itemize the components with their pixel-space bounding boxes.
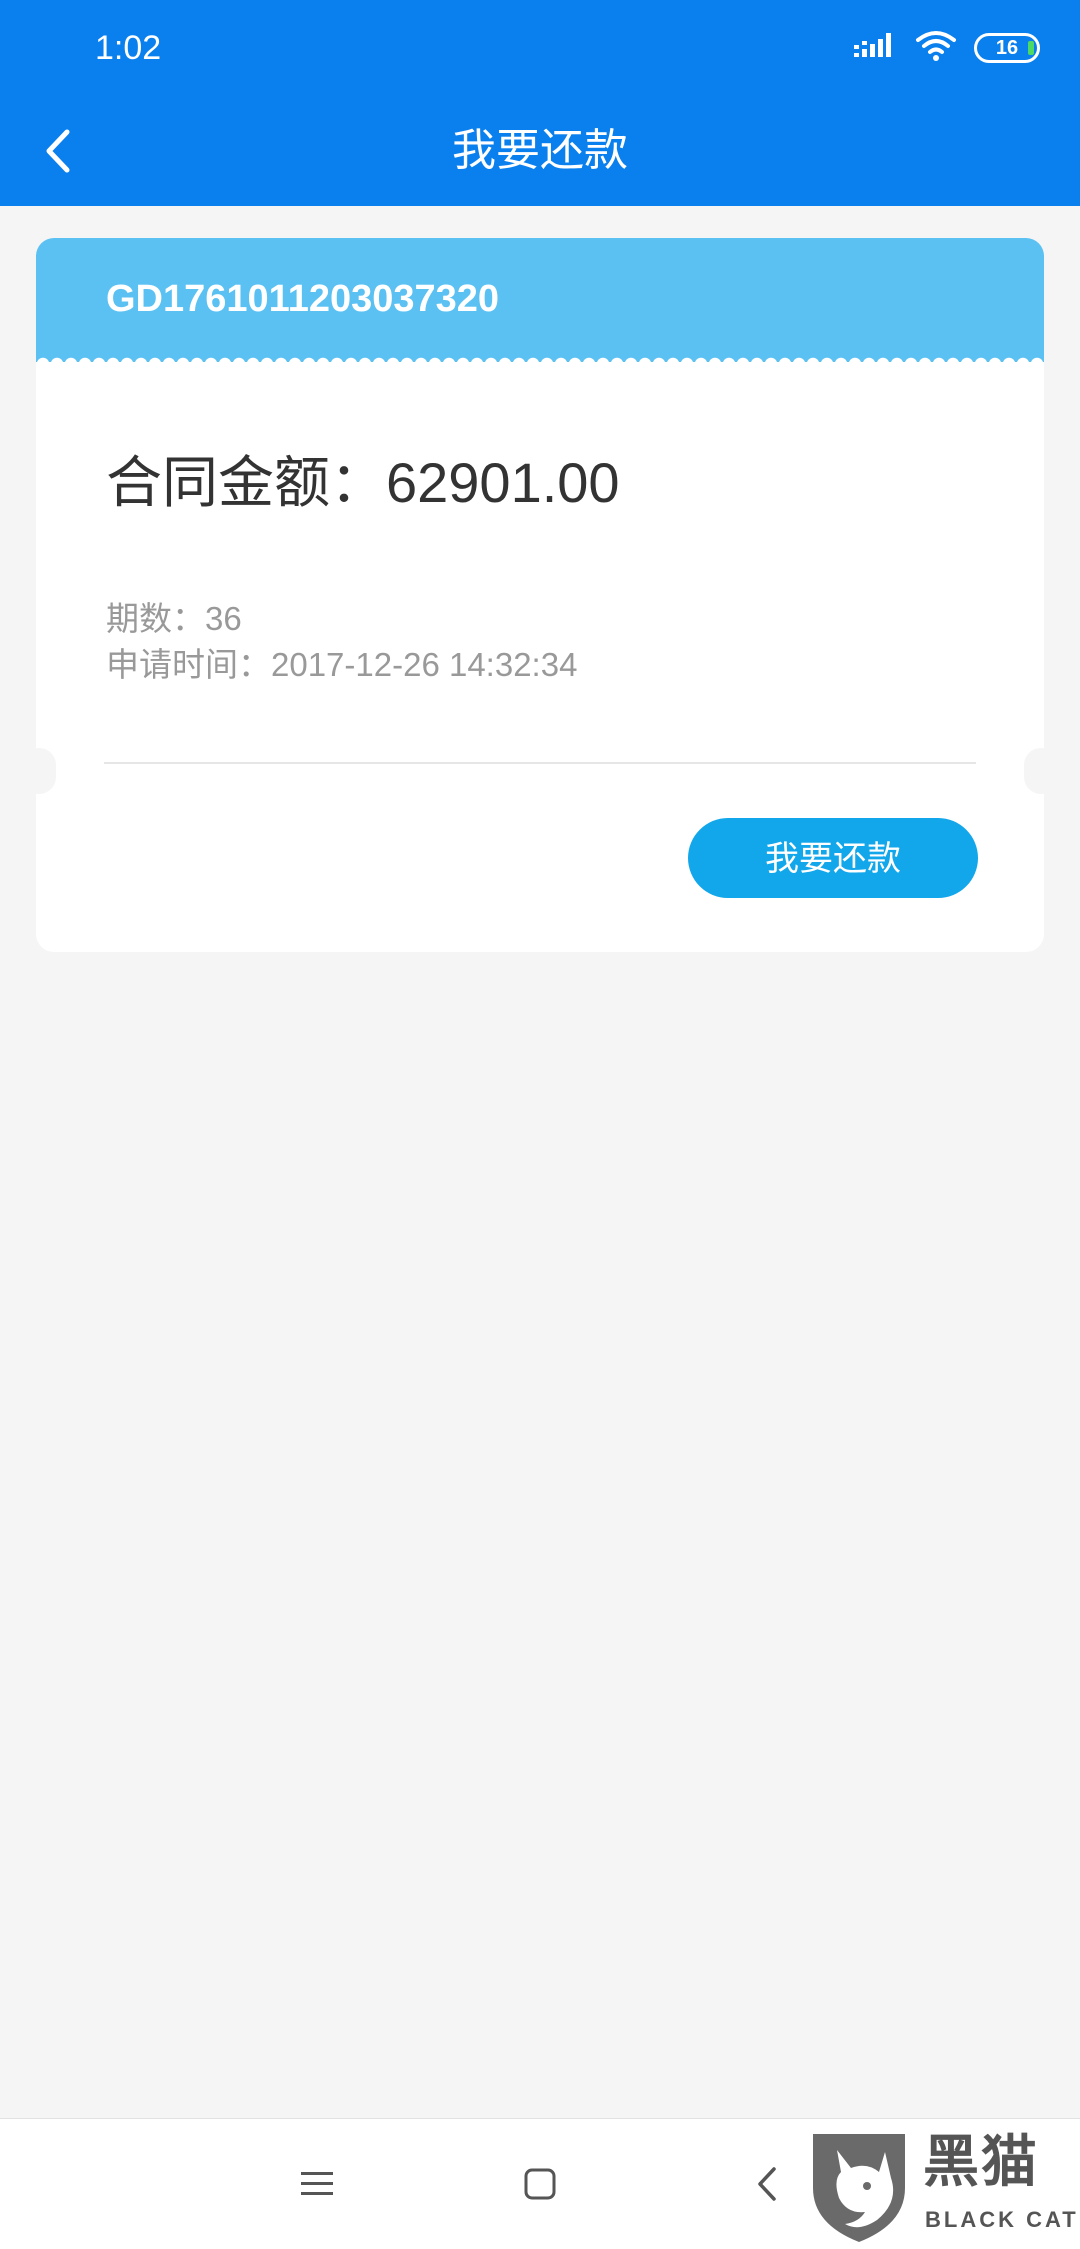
home-icon [524,2168,556,2200]
black-cat-watermark: 黑猫 BLACK CAT [805,2128,1080,2248]
card-header-wave-edge [36,350,1044,364]
periods-value: 36 [205,600,242,637]
periods-label: 期数： [106,599,205,638]
periods-info: 期数：36 [106,596,242,642]
wifi-icon [914,30,958,66]
home-button[interactable] [505,2149,575,2219]
status-bar: 1:02 16 [0,0,1080,96]
back-button[interactable] [28,116,88,186]
watermark-text-en: BLACK CAT [925,2207,1079,2232]
battery-icon: 16 [974,33,1040,63]
back-icon [758,2167,776,2201]
chevron-left-icon [46,129,70,173]
menu-button[interactable] [282,2149,352,2219]
apply-time-value: 2017-12-26 14:32:34 [271,646,578,683]
app-header: 1:02 16 我要还款 [0,0,1080,206]
cat-shield-logo-icon [813,2134,905,2242]
battery-level: 16 [995,37,1019,59]
contract-amount-value: 62901.00 [386,451,620,514]
contract-card: GD1761011203037320 合同金额：62901.00 期数：36 申… [36,238,1044,952]
apply-time-info: 申请时间：2017-12-26 14:32:34 [106,642,577,688]
contract-amount-label: 合同金额： [106,451,386,516]
repay-button[interactable]: 我要还款 [688,818,978,898]
menu-icon [301,2172,333,2195]
apply-time-label: 申请时间： [106,645,271,684]
card-header: GD1761011203037320 [36,238,1044,362]
status-icons: 16 [854,28,1040,68]
system-back-button[interactable] [732,2149,802,2219]
page-title: 我要还款 [452,125,628,176]
card-notch-left [22,748,56,794]
contract-amount: 合同金额：62901.00 [106,448,620,519]
status-time: 1:02 [95,29,162,67]
watermark-text-cn: 黑猫 [923,2130,1039,2195]
signal-icon [854,31,898,65]
card-divider [104,762,976,764]
card-notch-right [1024,748,1058,794]
order-number: GD1761011203037320 [106,278,500,320]
nav-bar: 我要还款 [0,96,1080,206]
battery-charge-indicator [1028,41,1034,55]
